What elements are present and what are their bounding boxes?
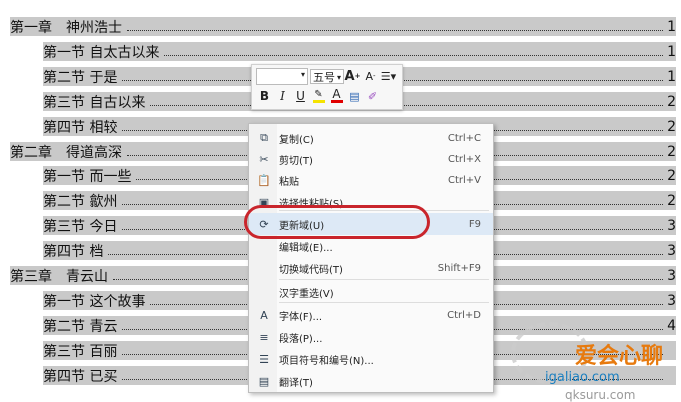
mini-format-toolbar: ▾ 五号 ▾ A + A- ☰▾ B I U ✎ A ▤ ✐ [251, 64, 403, 110]
menu-item[interactable]: 切换域代码(T) Shift+F9 [249, 257, 493, 279]
menu-item[interactable]: ▤ 翻译(T) [249, 370, 493, 392]
bullets-icon: ☰ [259, 352, 269, 366]
align-button[interactable]: ▤ [346, 88, 363, 105]
toc-page-number: 2 [667, 93, 676, 110]
toc-entry-label: 第四节 档 [43, 243, 104, 260]
toc-entry-label: 第一节 而一些 [43, 168, 132, 185]
watermark-url-2: qksuru.com [565, 388, 636, 402]
menu-item-label: 汉字重选(V) [279, 288, 334, 300]
underline-button[interactable]: U [292, 88, 309, 105]
toc-entry-label: 第一节 自太古以来 [43, 44, 160, 61]
bold-button[interactable]: B [256, 88, 273, 105]
toc-page-number: 3 [667, 267, 676, 284]
toc-entry-label: 第三节 百丽 [43, 343, 118, 360]
menu-separator [279, 302, 489, 303]
highlighter-icon: ✎ [314, 88, 323, 100]
line-spacing-icon[interactable]: ☰▾ [380, 68, 397, 85]
toc-entry-label: 第三章 青云山 [10, 268, 108, 285]
italic-button[interactable]: I [274, 88, 291, 105]
toc-page-number: 2 [667, 118, 676, 135]
copy-icon: ⧉ [260, 131, 268, 144]
toc-page-number: 2 [667, 167, 676, 184]
menu-item-shortcut: Ctrl+V [447, 174, 481, 186]
toc-page-number: 1 [667, 68, 676, 85]
shrink-font-button[interactable]: A- [362, 68, 379, 85]
menu-item-label: 翻译(T) [279, 377, 313, 389]
menu-item-label: 剪切(T) [279, 155, 313, 167]
toc-page-number: 1 [667, 43, 676, 60]
font-size-select[interactable]: 五号 ▾ [310, 68, 344, 84]
menu-item[interactable]: ☰ 项目符号和编号(N)... [249, 348, 493, 370]
menu-item[interactable]: A 字体(F)... Ctrl+D [249, 304, 493, 326]
grow-font-button[interactable]: A + [344, 68, 361, 85]
blank-icon [257, 261, 271, 275]
menu-item-label: 段落(P)... [279, 333, 323, 345]
menu-item-shortcut: Ctrl+D [447, 309, 481, 321]
font-size-value: 五号 [313, 70, 335, 84]
scissors-icon: ✂ [259, 152, 269, 166]
menu-item-label: 项目符号和编号(N)... [279, 355, 374, 367]
toc-page-number: 2 [667, 192, 676, 209]
toc-section-row[interactable]: 第一节 自太古以来 1 [43, 42, 676, 61]
menu-item[interactable]: ≡ 段落(P)... [249, 326, 493, 348]
menu-item-label: 编辑域(E)... [279, 242, 333, 254]
watermark-url: igaliao.com [545, 370, 620, 385]
toc-page-number: 3 [667, 292, 676, 309]
toc-entry-label: 第二节 于是 [43, 69, 118, 86]
toc-dot-leader [164, 54, 663, 56]
toc-page-number: 3 [667, 242, 676, 259]
font-icon: A [260, 308, 268, 322]
context-menu: ⧉ 复制(C) Ctrl+C ✂ 剪切(T) Ctrl+X 📋 粘贴 Ctrl+V ▣ 选择性粘贴(… [248, 123, 494, 393]
toc-entry-label: 第二节 歙州 [43, 193, 118, 210]
menu-item-shortcut: Ctrl+X [447, 153, 481, 165]
toc-page-number: 3 [667, 217, 676, 234]
document-body[interactable]: 第一章 神州浩士 1 第一节 自太古以来 1 第二节 于是 1 第三节 自古以来 2 第四节 相… [0, 0, 681, 402]
toc-entry-label: 第四节 已买 [43, 368, 118, 385]
toc-entry-label: 第二节 青云 [43, 318, 118, 335]
toc-dot-leader [150, 104, 663, 106]
toc-entry-label: 第二章 得道高深 [10, 144, 122, 161]
toc-page-number: 2 [667, 143, 676, 160]
toc-entry-label: 第三节 今日 [43, 218, 118, 235]
menu-item-shortcut: Ctrl+C [447, 132, 481, 144]
toc-entry-label: 第四节 相较 [43, 119, 118, 136]
format-painter-icon[interactable]: ✐ [364, 88, 381, 105]
toc-page-number: 1 [667, 18, 676, 35]
menu-item-label: 复制(C) [279, 134, 314, 146]
paragraph-icon: ≡ [259, 330, 269, 344]
toc-entry-label: 第三节 自古以来 [43, 94, 146, 111]
font-color-button[interactable]: A [328, 88, 345, 105]
chevron-down-icon: ▾ [300, 69, 305, 79]
font-name-select[interactable]: ▾ [256, 67, 308, 85]
menu-item-label: 切换域代码(T) [279, 264, 343, 276]
paste-icon: 📋 [257, 173, 271, 187]
watermark-text: 爱会心聊 [575, 344, 664, 369]
toc-dot-leader [127, 29, 663, 31]
blank-icon [257, 239, 271, 253]
menu-item-label: 字体(F)... [279, 311, 323, 323]
menu-separator [279, 279, 489, 280]
menu-item-shortcut: Shift+F9 [437, 262, 481, 274]
chevron-down-icon: ▾ [336, 72, 341, 82]
translate-icon: ▤ [258, 374, 270, 388]
highlight-button[interactable]: ✎ [310, 88, 327, 105]
watermark: 爱会心聊 igaliao.com qksuru.com [505, 318, 681, 402]
toc-chapter-row[interactable]: 第一章 神州浩士 1 [10, 17, 676, 36]
highlight-oval-annotation [244, 205, 430, 239]
menu-item[interactable]: 汉字重选(V) [249, 281, 493, 303]
menu-item[interactable]: 📋 粘贴 Ctrl+V [249, 169, 493, 191]
toc-entry-label: 第一章 神州浩士 [10, 19, 122, 36]
menu-item-label: 粘贴 [279, 176, 299, 188]
menu-item[interactable]: ✂ 剪切(T) Ctrl+X [249, 148, 493, 170]
menu-item[interactable]: ⧉ 复制(C) Ctrl+C [249, 127, 493, 149]
blank-icon [257, 285, 271, 299]
toc-entry-label: 第一节 这个故事 [43, 293, 146, 310]
